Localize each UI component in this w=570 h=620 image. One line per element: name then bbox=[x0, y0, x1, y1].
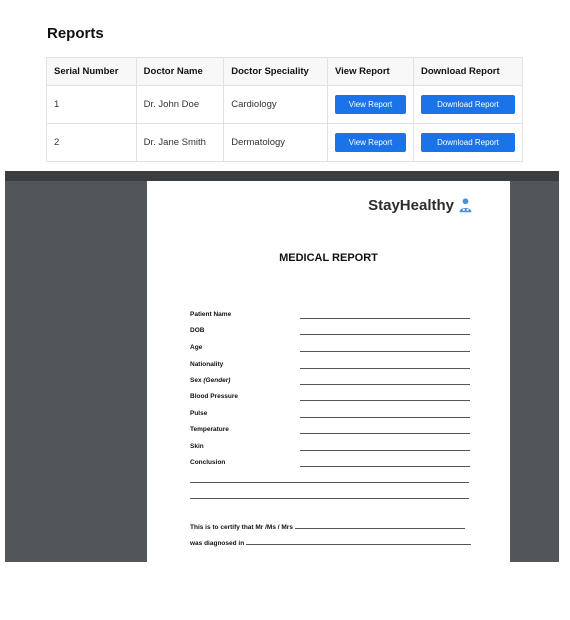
download-report-button[interactable]: Download Report bbox=[420, 133, 515, 152]
field-label: Patient Name bbox=[190, 311, 232, 318]
pdf-viewer[interactable]: StayHealthy MEDICAL REPORT Patient Name … bbox=[5, 171, 559, 562]
brand-name: StayHealthy bbox=[368, 197, 454, 214]
pdf-page: StayHealthy MEDICAL REPORT Patient Name … bbox=[147, 181, 510, 562]
field-line bbox=[300, 368, 470, 369]
field-line bbox=[300, 417, 470, 418]
conclusion-line bbox=[190, 498, 469, 499]
cell-speciality: Cardiology bbox=[223, 85, 328, 124]
cell-serial: 1 bbox=[46, 85, 137, 124]
cell-doctor-name: Dr. Jane Smith bbox=[135, 123, 225, 162]
field-sublabel: (Gender) bbox=[203, 377, 231, 384]
field-label: Conclusion bbox=[190, 459, 226, 466]
field-line bbox=[300, 450, 470, 451]
field-label: Temperature bbox=[190, 426, 229, 433]
cell-download: Download Report bbox=[412, 123, 524, 162]
header-download-report: Download Report bbox=[412, 57, 524, 86]
header-serial-number: Serial Number bbox=[46, 57, 137, 86]
certify-text: This is to certify that Mr /Ms / Mrs bbox=[190, 524, 293, 531]
field-label: Skin bbox=[190, 443, 204, 450]
table-header-row: Serial Number Doctor Name Doctor Special… bbox=[46, 57, 524, 86]
header-doctor-speciality: Doctor Speciality bbox=[223, 57, 328, 86]
diagnosed-blank bbox=[246, 544, 471, 545]
field-line bbox=[300, 466, 470, 467]
page-title: Reports bbox=[47, 25, 104, 42]
certify-line: This is to certify that Mr /Ms / Mrs bbox=[190, 524, 465, 531]
field-label: Nationality bbox=[190, 361, 224, 368]
brand-logo: StayHealthy bbox=[368, 197, 474, 214]
field-label: DOB bbox=[190, 327, 205, 334]
cell-serial: 2 bbox=[46, 123, 137, 162]
certify-blank bbox=[294, 528, 465, 529]
header-view-report: View Report bbox=[326, 57, 414, 86]
download-report-button[interactable]: Download Report bbox=[420, 95, 515, 114]
field-line bbox=[300, 334, 470, 335]
field-line bbox=[300, 318, 470, 319]
field-label: Sex bbox=[190, 377, 202, 384]
diagnosed-line: was diagnosed in bbox=[190, 540, 471, 547]
field-label: Age bbox=[190, 344, 203, 351]
table-row: 2 Dr. Jane Smith Dermatology View Report… bbox=[46, 123, 524, 162]
cell-doctor-name: Dr. John Doe bbox=[135, 85, 225, 124]
cell-view: View Report bbox=[326, 123, 414, 162]
diagnosed-text: was diagnosed in bbox=[190, 540, 245, 547]
view-report-button[interactable]: View Report bbox=[334, 133, 406, 152]
field-line bbox=[300, 351, 470, 352]
header-doctor-name: Doctor Name bbox=[135, 57, 225, 86]
pdf-viewer-toolbar bbox=[5, 171, 559, 181]
field-line bbox=[300, 384, 470, 385]
cell-download: Download Report bbox=[412, 85, 524, 124]
field-line bbox=[300, 400, 470, 401]
conclusion-line bbox=[190, 482, 469, 483]
reports-table: Serial Number Doctor Name Doctor Special… bbox=[46, 57, 524, 162]
cell-view: View Report bbox=[326, 85, 414, 124]
field-label-sex: Sex (Gender) bbox=[190, 377, 230, 384]
field-line bbox=[300, 433, 470, 434]
report-title: MEDICAL REPORT bbox=[279, 252, 378, 264]
view-report-button[interactable]: View Report bbox=[334, 95, 406, 114]
table-row: 1 Dr. John Doe Cardiology View Report Do… bbox=[46, 85, 524, 124]
field-label: Blood Pressure bbox=[190, 393, 239, 400]
field-label: Pulse bbox=[190, 410, 208, 417]
doctor-person-icon bbox=[459, 198, 472, 213]
cell-speciality: Dermatology bbox=[223, 123, 328, 162]
